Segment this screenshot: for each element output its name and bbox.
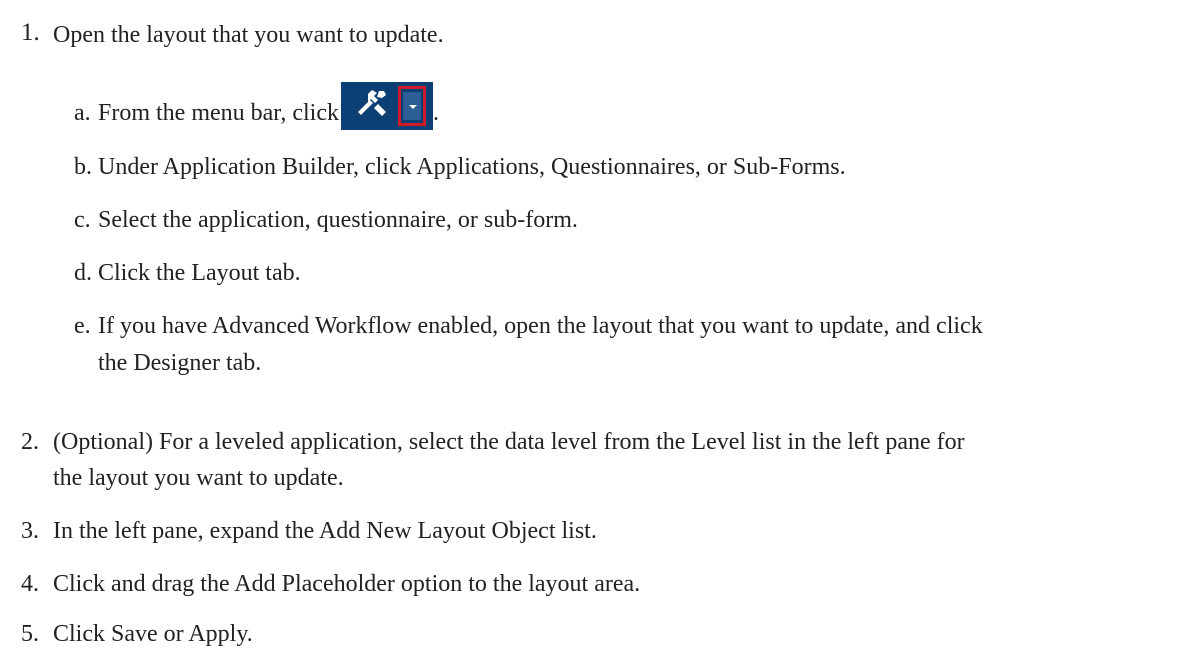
step-text: Click Save or Apply.	[53, 621, 253, 647]
step-text: Open the layout that you want to update.	[53, 22, 444, 48]
substep-letter: b.	[74, 154, 92, 180]
step-text: Click and drag the Add Placeholder optio…	[53, 571, 641, 597]
substep-text-line-1: If you have Advanced Workflow enabled, o…	[98, 313, 983, 339]
admin-menu-button-image	[341, 82, 433, 130]
substep-text-line-2: the Designer tab.	[98, 350, 262, 376]
substep-text: Click the Layout tab.	[98, 260, 301, 286]
step-number: 5.	[21, 621, 39, 647]
step-text-line-2: the layout you want to update.	[53, 465, 344, 491]
dropdown-button-highlight	[398, 86, 426, 126]
substep-letter: c.	[74, 207, 91, 233]
substep-text: From the menu bar, click	[98, 100, 339, 126]
substep-text: Select the application, questionnaire, o…	[98, 207, 578, 233]
tools-icon	[358, 90, 386, 116]
dropdown-arrow-icon	[409, 105, 417, 109]
step-number: 3.	[21, 518, 39, 544]
substep-text: Under Application Builder, click Applica…	[98, 154, 846, 180]
substep-letter: a.	[74, 100, 91, 126]
step-text: In the left pane, expand the Add New Lay…	[53, 518, 597, 544]
substep-suffix: .	[433, 100, 439, 126]
substep-letter: e.	[74, 313, 91, 339]
substep-letter: d.	[74, 260, 92, 286]
step-number: 1.	[21, 19, 40, 46]
step-number: 2.	[21, 429, 39, 455]
step-number: 4.	[21, 571, 39, 597]
step-text-line-1: (Optional) For a leveled application, se…	[53, 429, 965, 455]
